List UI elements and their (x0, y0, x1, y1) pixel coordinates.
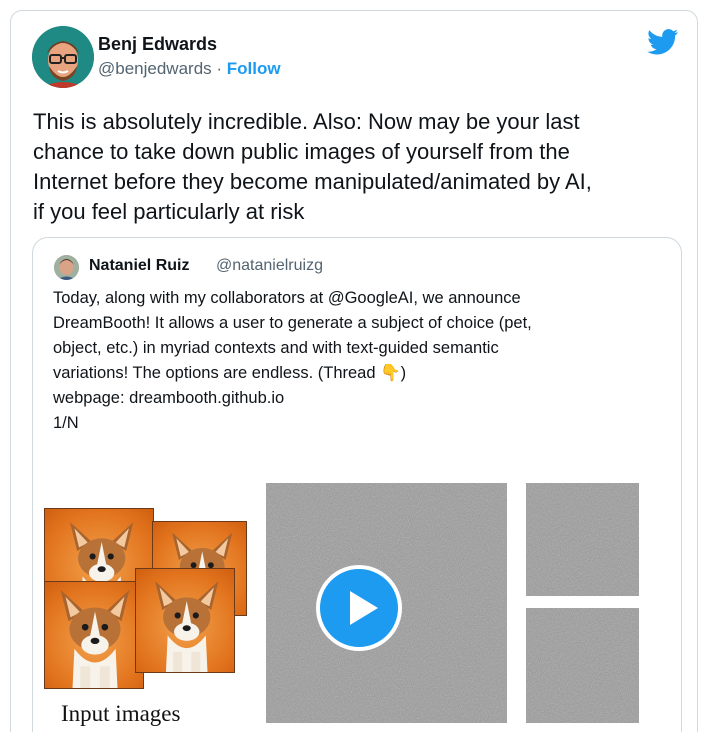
play-icon[interactable] (316, 565, 402, 651)
follow-button[interactable]: Follow (227, 59, 281, 78)
author-handle[interactable]: @benjedwards (98, 59, 212, 78)
noise-preview-top (526, 483, 639, 596)
author-meta: @benjedwards · Follow (98, 59, 281, 79)
author-name[interactable]: Benj Edwards (98, 34, 217, 55)
input-images-caption: Input images (61, 701, 181, 726)
dog-photo (135, 568, 235, 673)
quoted-tweet-text: Today, along with my collaborators at @G… (53, 289, 532, 432)
quoted-media[interactable]: Input images (33, 483, 681, 732)
quoted-author-name[interactable]: Nataniel Ruiz (89, 257, 189, 275)
quoted-tweet[interactable]: Nataniel Ruiz @natanielruizg Today, alon… (32, 237, 682, 732)
twitter-bird-icon[interactable] (647, 29, 679, 55)
quoted-author-handle[interactable]: @natanielruizg (216, 257, 323, 275)
meta-separator: · (211, 59, 227, 78)
tweet-embed-card: Benj Edwards @benjedwards · Follow This … (10, 10, 698, 732)
author-avatar[interactable] (32, 26, 94, 88)
tweet-text: This is absolutely incredible. Also: Now… (33, 109, 592, 224)
input-images-collage (44, 508, 249, 693)
quoted-author-avatar[interactable] (54, 255, 79, 280)
dog-photo (44, 581, 144, 689)
noise-preview-bottom (526, 608, 639, 723)
